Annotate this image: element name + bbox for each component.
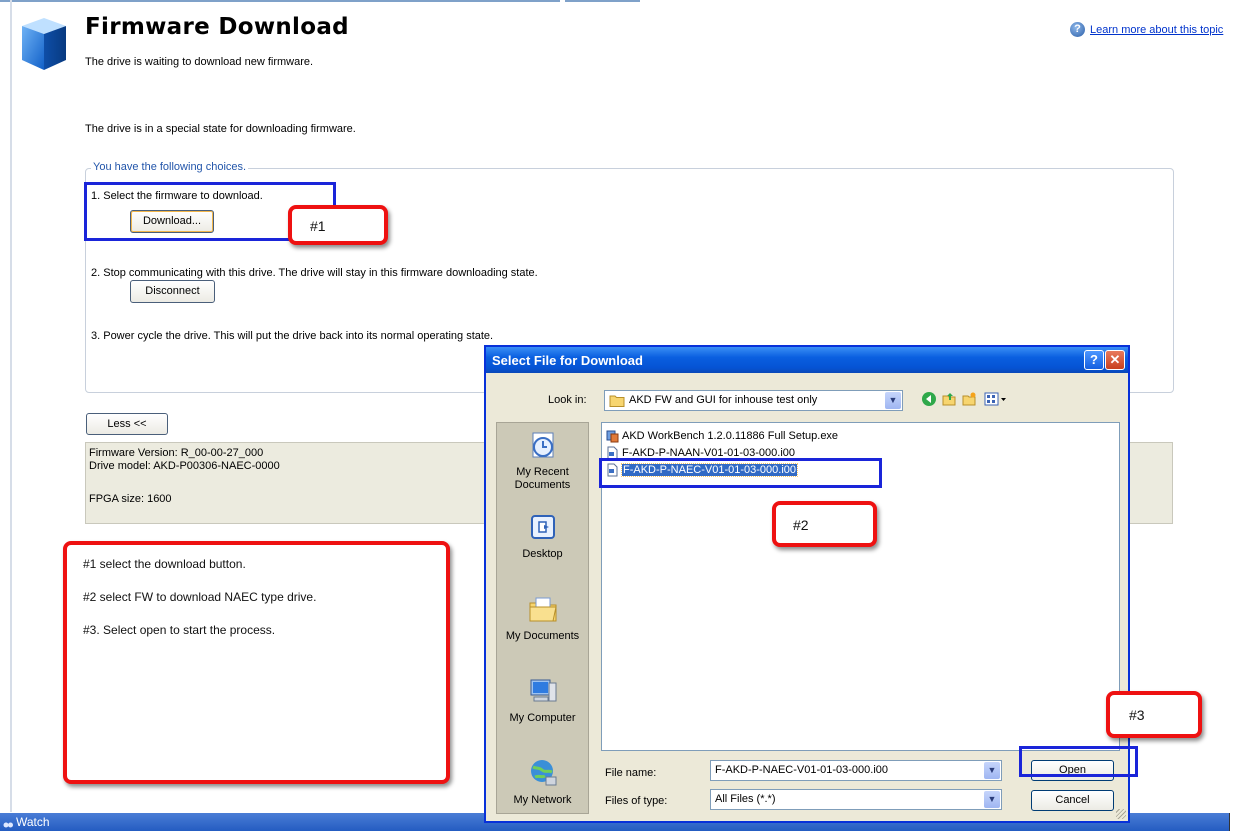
place-label: Desktop [522, 548, 563, 560]
back-icon[interactable] [919, 391, 939, 411]
annotation-label-2: #2 [772, 501, 877, 547]
file-item[interactable]: AKD WorkBench 1.2.0.11886 Full Setup.exe [606, 428, 838, 444]
dialog-close-button[interactable]: ✕ [1105, 350, 1125, 370]
annotation-notes: #1 select the download button. #2 select… [63, 541, 450, 784]
annotation-box-2 [599, 458, 882, 488]
annotation-label-3: #3 [1106, 691, 1202, 738]
setup-exe-icon [606, 430, 619, 443]
page-title: Firmware Download [85, 14, 349, 40]
my-computer-icon [530, 679, 556, 702]
annotation-box-3 [1019, 746, 1138, 777]
look-in-label: Look in: [548, 394, 587, 406]
my-network-icon [530, 760, 556, 786]
scroll-edge [1229, 813, 1240, 831]
top-edge-segment [565, 0, 640, 2]
choice-2-text: 2. Stop communicating with this drive. T… [91, 267, 538, 279]
watch-tab[interactable]: Watch [16, 815, 50, 829]
place-my-network[interactable]: My Network [497, 757, 588, 806]
file-type-value: All Files (*.*) [715, 793, 776, 805]
firmware-version: Firmware Version: R_00-00-27_000 [89, 447, 264, 459]
up-folder-icon[interactable] [939, 391, 959, 411]
page-subtitle: The drive is waiting to download new fir… [85, 56, 314, 68]
choices-legend: You have the following choices. [91, 161, 249, 173]
place-desktop[interactable]: Desktop [497, 511, 588, 560]
places-bar: My Recent Documents Desktop My Documents… [496, 422, 589, 814]
chevron-down-icon[interactable]: ▼ [885, 392, 901, 409]
cancel-button[interactable]: Cancel [1031, 790, 1114, 811]
annotation-label-1: #1 [288, 205, 388, 245]
left-border [10, 0, 12, 812]
file-name: AKD WorkBench 1.2.0.11886 Full Setup.exe [622, 430, 839, 442]
file-type-label: Files of type: [605, 795, 668, 807]
place-label: My Documents [505, 630, 580, 642]
views-menu-icon[interactable] [981, 391, 1011, 411]
note-1: #1 select the download button. [83, 557, 246, 571]
place-label: My Recent Documents [514, 466, 571, 491]
state-text: The drive is in a special state for down… [85, 123, 356, 135]
disconnect-button[interactable]: Disconnect [130, 280, 215, 303]
place-label: My Computer [509, 712, 576, 724]
desktop-icon [530, 515, 555, 539]
file-name-combo[interactable]: F-AKD-P-NAEC-V01-01-03-000.i00 ▼ [710, 760, 1002, 781]
folder-icon [609, 395, 625, 407]
dialog-title: Select File for Download [492, 353, 643, 368]
place-my-computer[interactable]: My Computer [497, 675, 588, 724]
help-link-area[interactable]: ? Learn more about this topic [1070, 22, 1223, 37]
choice-3-text: 3. Power cycle the drive. This will put … [91, 330, 494, 342]
annotation-label-2-text: #2 [793, 517, 809, 533]
help-icon[interactable]: ? [1070, 22, 1085, 37]
file-name-value[interactable]: F-AKD-P-NAEC-V01-01-03-000.i00 [715, 764, 888, 776]
help-link[interactable]: Learn more about this topic [1090, 24, 1223, 36]
dialog-titlebar[interactable]: Select File for Download ? ✕ [486, 347, 1128, 373]
dialog-help-button[interactable]: ? [1084, 350, 1104, 370]
my-documents-icon [529, 597, 557, 622]
look-in-value: AKD FW and GUI for inhouse test only [629, 394, 818, 406]
recent-documents-icon [532, 432, 553, 458]
top-edge [0, 0, 1240, 3]
place-my-documents[interactable]: My Documents [497, 593, 588, 642]
resize-grip[interactable] [1116, 809, 1126, 819]
place-my-recent-documents[interactable]: My Recent Documents [497, 429, 588, 492]
look-in-combo[interactable]: AKD FW and GUI for inhouse test only ▼ [604, 390, 903, 411]
watch-icon [3, 817, 13, 828]
chevron-down-icon[interactable]: ▼ [984, 762, 1000, 779]
file-type-combo[interactable]: All Files (*.*) ▼ [710, 789, 1002, 810]
less-button[interactable]: Less << [86, 413, 168, 435]
new-folder-icon[interactable] [959, 391, 979, 411]
drive-cube-icon [22, 18, 66, 70]
chevron-down-icon[interactable]: ▼ [984, 791, 1000, 808]
drive-model: Drive model: AKD-P00306-NAEC-0000 [89, 460, 280, 472]
note-3: #3. Select open to start the process. [83, 623, 276, 637]
annotation-label-3-text: #3 [1129, 707, 1145, 723]
annotation-label-1-text: #1 [310, 218, 326, 234]
fpga-size: FPGA size: 1600 [89, 493, 172, 505]
file-name-label: File name: [605, 767, 657, 779]
place-label: My Network [513, 794, 572, 806]
note-2: #2 select FW to download NAEC type drive… [83, 590, 317, 604]
top-edge-segment [0, 0, 560, 2]
